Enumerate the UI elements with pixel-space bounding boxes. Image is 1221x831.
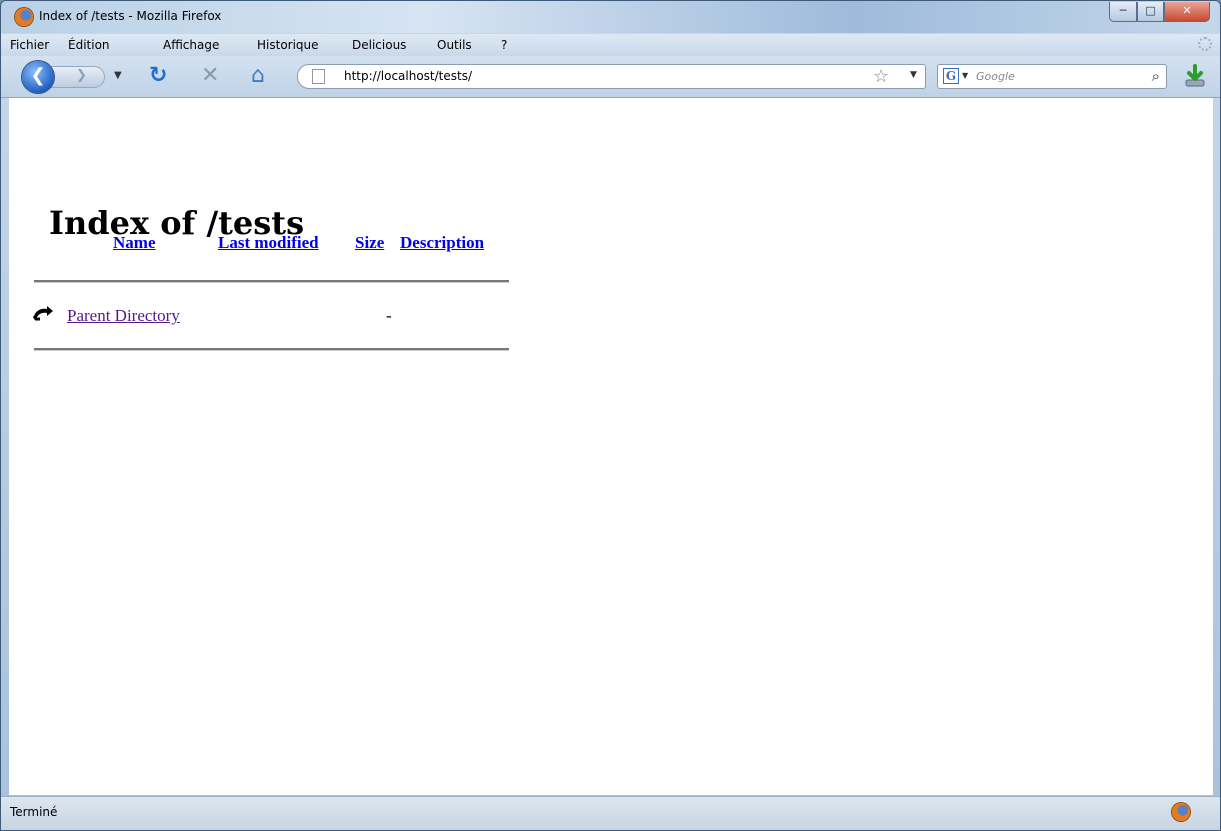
title-bar[interactable]: Index of /tests - Mozilla Firefox ─ □ ✕ xyxy=(1,1,1220,33)
minimize-icon: ─ xyxy=(1119,4,1127,17)
column-size[interactable]: Size xyxy=(355,233,384,253)
firefox-status-icon xyxy=(1172,803,1190,821)
download-icon[interactable] xyxy=(1183,64,1207,88)
menu-bar: Fichier Édition Affichage Historique Del… xyxy=(1,34,1220,56)
search-engine-dropdown-icon[interactable]: ▼ xyxy=(962,71,968,80)
column-last-modified[interactable]: Last modified xyxy=(218,233,319,253)
header-divider xyxy=(34,280,509,283)
menu-edition[interactable]: Édition xyxy=(68,38,110,52)
page-content: Index of /tests Name Last modified Size … xyxy=(9,98,1213,795)
menu-affichage[interactable]: Affichage xyxy=(163,38,219,52)
maximize-icon: □ xyxy=(1145,4,1156,17)
back-directory-icon[interactable] xyxy=(32,306,54,322)
url-text[interactable]: http://localhost/tests/ xyxy=(344,69,472,83)
bookmark-star-icon[interactable]: ☆ xyxy=(873,66,889,87)
minimize-button[interactable]: ─ xyxy=(1109,2,1137,22)
close-icon: ✕ xyxy=(1182,4,1192,17)
menu-help[interactable]: ? xyxy=(501,38,507,52)
menu-delicious[interactable]: Delicious xyxy=(352,38,406,52)
menu-fichier[interactable]: Fichier xyxy=(10,38,49,52)
history-dropdown-icon[interactable]: ▼ xyxy=(114,70,122,81)
window-title: Index of /tests - Mozilla Firefox xyxy=(39,9,222,23)
google-engine-icon[interactable]: G xyxy=(943,68,959,84)
firefox-icon xyxy=(15,8,33,26)
parent-directory-link[interactable]: Parent Directory xyxy=(67,306,180,326)
navigation-toolbar: ❯ ❮ ▼ ↻ ✕ ⌂ http://localhost/tests/ ☆ ▼ … xyxy=(1,56,1220,98)
home-icon[interactable]: ⌂ xyxy=(251,65,265,87)
url-dropdown-icon[interactable]: ▼ xyxy=(910,70,917,80)
page-icon xyxy=(312,69,325,84)
column-description[interactable]: Description xyxy=(400,233,484,253)
search-bar[interactable]: G ▼ Google ⌕ xyxy=(937,64,1167,89)
throbber-icon xyxy=(1198,37,1212,51)
menu-outils[interactable]: Outils xyxy=(437,38,472,52)
browser-window: Index of /tests - Mozilla Firefox ─ □ ✕ … xyxy=(0,0,1221,831)
footer-divider xyxy=(34,348,509,351)
reload-icon[interactable]: ↻ xyxy=(149,65,167,87)
stop-icon[interactable]: ✕ xyxy=(201,65,219,87)
status-bar: Terminé xyxy=(1,796,1220,830)
address-bar[interactable]: http://localhost/tests/ ☆ ▼ xyxy=(297,64,926,89)
search-input[interactable]: Google xyxy=(976,70,1015,83)
column-name[interactable]: Name xyxy=(113,233,155,253)
back-button[interactable]: ❮ xyxy=(22,61,54,93)
menu-historique[interactable]: Historique xyxy=(257,38,319,52)
forward-arrow-icon: ❯ xyxy=(76,68,87,83)
parent-directory-size: - xyxy=(386,306,392,325)
maximize-button[interactable]: □ xyxy=(1137,2,1164,22)
search-icon[interactable]: ⌕ xyxy=(1152,67,1160,85)
status-text: Terminé xyxy=(10,805,58,819)
forward-button[interactable]: ❯ xyxy=(51,66,105,88)
close-button[interactable]: ✕ xyxy=(1164,2,1210,22)
back-arrow-icon: ❮ xyxy=(30,65,46,86)
